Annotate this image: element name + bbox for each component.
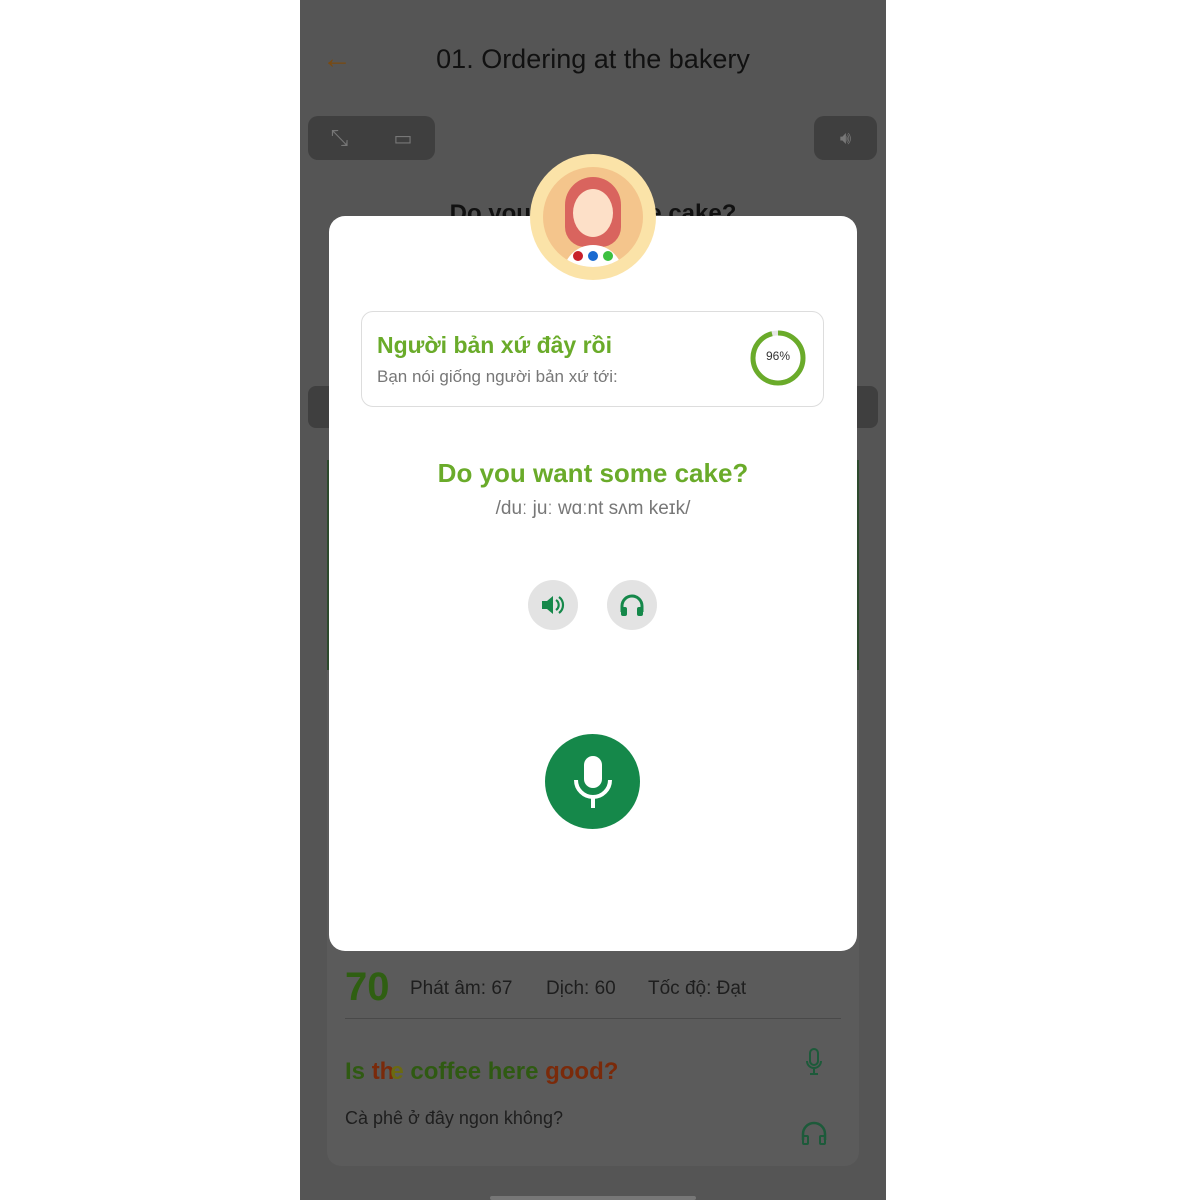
word: here bbox=[487, 1058, 539, 1085]
page-title: 01. Ordering at the bakery bbox=[436, 44, 750, 74]
speaker-button[interactable]: 🔊︎ bbox=[814, 116, 877, 160]
speed-score: Tốc độ: Đạt bbox=[648, 978, 747, 999]
word: coffee bbox=[410, 1058, 482, 1085]
headphones-outline-icon[interactable] bbox=[800, 1120, 828, 1146]
mic-outline-icon[interactable] bbox=[804, 1048, 824, 1076]
native-speaker-box: Người bản xứ đây rồi Bạn nói giống người… bbox=[361, 311, 824, 407]
phonetic-transcription: /duː juː wɑːnt sʌm keɪk/ bbox=[495, 498, 691, 519]
sentence: Is the coffee here good? bbox=[345, 1058, 618, 1086]
play-recording-button[interactable] bbox=[607, 580, 657, 630]
native-subtitle: Bạn nói giống người bản xứ tới: bbox=[377, 367, 618, 386]
expand-icon[interactable]: ⤡ bbox=[331, 125, 349, 151]
home-indicator bbox=[490, 1196, 696, 1200]
speaker-icon bbox=[542, 596, 565, 614]
divider bbox=[345, 1018, 841, 1019]
avatar bbox=[530, 154, 656, 280]
play-audio-button[interactable] bbox=[528, 580, 578, 630]
headphones-icon bbox=[620, 594, 644, 616]
sentence-translation: Cà phê ở đây ngon không? bbox=[345, 1108, 563, 1128]
speaker-icon: 🔊︎ bbox=[839, 127, 852, 148]
view-toolbar: ⤡ ▭ bbox=[308, 116, 435, 160]
pronunciation-score: Phát âm: 67 bbox=[410, 978, 513, 999]
microphone-icon bbox=[573, 755, 612, 808]
similarity-label: 96% bbox=[765, 349, 791, 363]
native-title: Người bản xứ đây rồi bbox=[377, 332, 612, 358]
target-phrase: Do you want some cake? bbox=[437, 458, 749, 488]
similarity-ring: 96% bbox=[749, 329, 807, 387]
translation-score: Dịch: 60 bbox=[546, 978, 616, 999]
word: good? bbox=[545, 1058, 619, 1085]
screen-share-icon[interactable]: ▭ bbox=[393, 126, 412, 151]
record-button[interactable] bbox=[545, 734, 640, 829]
word: Is bbox=[345, 1058, 366, 1085]
word: e bbox=[390, 1058, 404, 1085]
phone-screen: ← 01. Ordering at the bakery ⤡ ▭ 🔊︎ Do y… bbox=[300, 0, 886, 1200]
total-score: 70 bbox=[345, 965, 390, 1009]
